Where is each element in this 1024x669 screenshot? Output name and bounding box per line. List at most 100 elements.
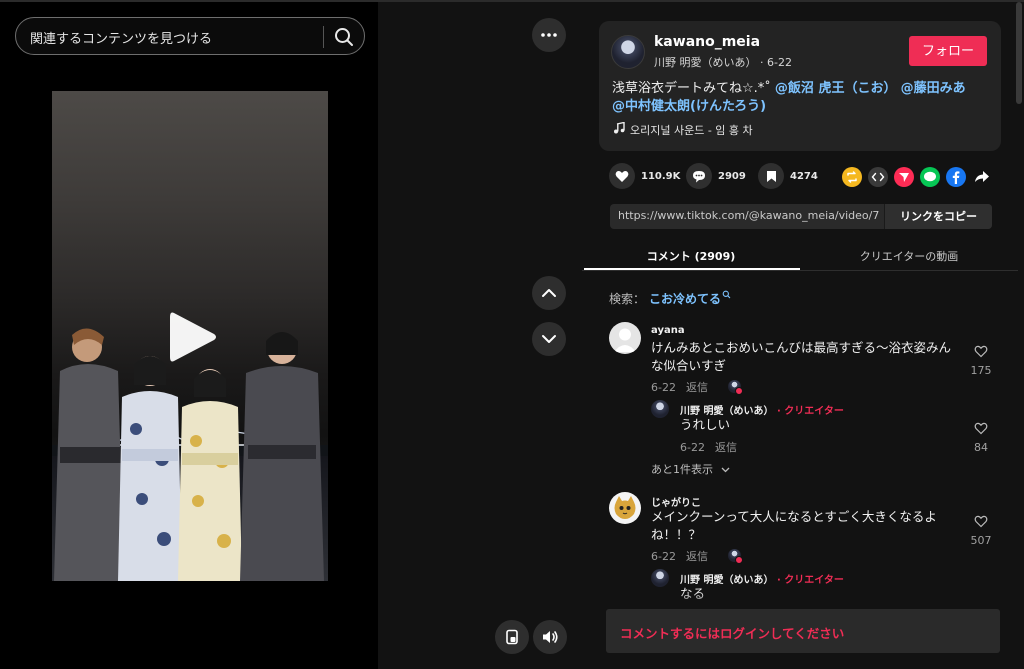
comment-like[interactable]: 507: [967, 513, 995, 547]
comment-stat[interactable]: 2909: [686, 163, 746, 189]
author-display-name: 川野 明愛（めいあ）: [654, 56, 757, 69]
default-avatar-icon: [614, 328, 636, 352]
reply-button[interactable]: 返信: [715, 441, 737, 454]
search-icon[interactable]: [332, 25, 356, 49]
commenter-avatar[interactable]: [609, 492, 641, 524]
post-info-card: kawano_meia 川野 明愛（めいあ） · 6-22 フォロー 浅草浴衣デ…: [599, 21, 1001, 151]
comment-date: 6-22: [651, 550, 676, 563]
cat-avatar-icon: [614, 496, 636, 519]
creator-liked-avatar: [728, 549, 743, 564]
comment-meta: 6-22 返信: [651, 379, 708, 395]
comment-text: けんみあとこおめいこんびは最高すぎる〜浴衣姿みんな似合いすぎ: [651, 340, 952, 373]
line-share-icon[interactable]: [920, 167, 940, 187]
reply-avatar[interactable]: [651, 569, 669, 587]
commenter-name[interactable]: ayana: [651, 325, 685, 336]
commenter-avatar[interactable]: [609, 322, 641, 354]
mention-tag[interactable]: @飯沼 虎王（こお）: [775, 81, 897, 96]
chevron-up-icon: [542, 289, 556, 297]
comment-like[interactable]: 175: [967, 343, 995, 377]
save-count: 4274: [790, 170, 818, 182]
search-icon: [722, 290, 731, 299]
facebook-share-icon[interactable]: [946, 167, 966, 187]
post-caption: 浅草浴衣デートみてね☆.*˚ @飯沼 虎王（こお） @藤田みあ @中村健太朗(けん…: [612, 80, 982, 116]
separator-dot: ·: [760, 56, 767, 69]
mention-tag[interactable]: @藤田みあ: [901, 81, 966, 96]
author-avatar[interactable]: [611, 35, 645, 69]
search-suggest-label: 検索：: [609, 292, 646, 306]
reply-button[interactable]: 返信: [686, 381, 708, 394]
more-options-button[interactable]: [532, 18, 566, 52]
repost-icon[interactable]: [842, 167, 862, 187]
sound-link[interactable]: 오리지널 사운드 - 임 홍 차: [612, 122, 753, 138]
reply-avatar[interactable]: [651, 400, 669, 418]
music-note-icon: [614, 122, 625, 134]
search-suggest-keyword[interactable]: こお冷めてる: [649, 292, 721, 306]
author-username[interactable]: kawano_meia: [654, 34, 760, 50]
commenter-name[interactable]: じゃがりこ: [651, 494, 701, 509]
video-url[interactable]: https://www.tiktok.com/@kawano_meia/vide…: [618, 209, 880, 222]
comment-icon: [693, 170, 705, 182]
like-stat[interactable]: 110.9K: [609, 163, 680, 189]
search-box[interactable]: 関連するコンテンツを見つける: [15, 17, 365, 55]
reply-meta: 6-22 返信: [680, 439, 737, 455]
embed-icon[interactable]: [868, 167, 888, 187]
previous-video-button[interactable]: [532, 276, 566, 310]
panel-scrollbar[interactable]: [1016, 2, 1022, 104]
reply-button[interactable]: 返信: [686, 550, 708, 563]
comment-count: 2909: [718, 170, 746, 182]
copy-link-button[interactable]: リンクをコピー: [884, 204, 992, 229]
heart-icon: [615, 170, 629, 182]
login-prompt[interactable]: コメントするにはログインしてください: [620, 623, 844, 642]
active-tab-indicator: [584, 268, 800, 270]
comment-text: メインクーンって大人になるとすごく大きくなるよね！！？: [651, 509, 937, 542]
creator-liked-avatar: [728, 380, 743, 395]
mention-tag[interactable]: @中村健太朗(けんたろう): [612, 99, 766, 114]
play-icon[interactable]: [168, 309, 218, 365]
speaker-icon: [543, 631, 558, 643]
heart-outline-icon: [974, 422, 988, 435]
comment-login-bar[interactable]: コメントするにはログインしてください: [606, 609, 1000, 653]
like-count: 110.9K: [641, 170, 681, 182]
bookmark-icon: [766, 170, 776, 182]
caption-text: 浅草浴衣デートみてね☆.*˚: [612, 81, 775, 96]
comment-search-suggestion[interactable]: 検索： こお冷めてる: [609, 290, 731, 307]
top-divider: [0, 0, 1024, 2]
chevron-down-icon: [721, 467, 729, 473]
details-panel: kawano_meia 川野 明愛（めいあ） · 6-22 フォロー 浅草浴衣デ…: [582, 0, 1024, 669]
follow-button[interactable]: フォロー: [909, 36, 987, 66]
view-more-replies-button[interactable]: あと1件表示: [651, 461, 730, 477]
reply-date: 6-22: [680, 441, 705, 454]
person-4: [240, 332, 324, 581]
more-dots-icon: [541, 33, 557, 37]
video-area: 関連するコンテンツを見つける: [0, 0, 378, 669]
volume-button[interactable]: [533, 620, 567, 654]
heart-outline-icon: [974, 515, 988, 528]
author-subline: 川野 明愛（めいあ） · 6-22: [654, 54, 792, 70]
picture-in-picture-button[interactable]: [495, 620, 529, 654]
reply-author[interactable]: 川野 明愛（めいあ） · クリエイター: [680, 402, 844, 417]
video-player[interactable]: [52, 91, 328, 581]
next-video-button[interactable]: [532, 322, 566, 356]
comment-like-count: 507: [970, 534, 992, 547]
tab-creator-videos[interactable]: クリエイターの動画: [800, 248, 1018, 264]
tab-comments[interactable]: コメント (2909): [582, 248, 800, 264]
share-arrow-icon[interactable]: [972, 167, 992, 187]
reply-author[interactable]: 川野 明愛（めいあ） · クリエイター: [680, 571, 844, 586]
save-stat[interactable]: 4274: [758, 163, 818, 189]
reply-like-count: 84: [974, 441, 988, 454]
comment-tabs: コメント (2909) クリエイターの動画: [582, 240, 1018, 271]
send-to-friend-icon[interactable]: [894, 167, 914, 187]
post-date: 6-22: [767, 56, 792, 69]
video-controls-strip: [378, 0, 582, 669]
chevron-down-icon: [542, 335, 556, 343]
comments-fade: [582, 592, 1018, 610]
more-replies-label: あと1件表示: [651, 463, 713, 476]
comment-meta: 6-22 返信: [651, 548, 708, 564]
reply-like[interactable]: 84: [967, 420, 995, 454]
reply-text: うれしい: [680, 417, 731, 432]
heart-outline-icon: [974, 345, 988, 358]
floating-player-icon: [506, 629, 518, 645]
comment-date: 6-22: [651, 381, 676, 394]
comment-like-count: 175: [970, 364, 992, 377]
search-input[interactable]: 関連するコンテンツを見つける: [30, 28, 212, 47]
